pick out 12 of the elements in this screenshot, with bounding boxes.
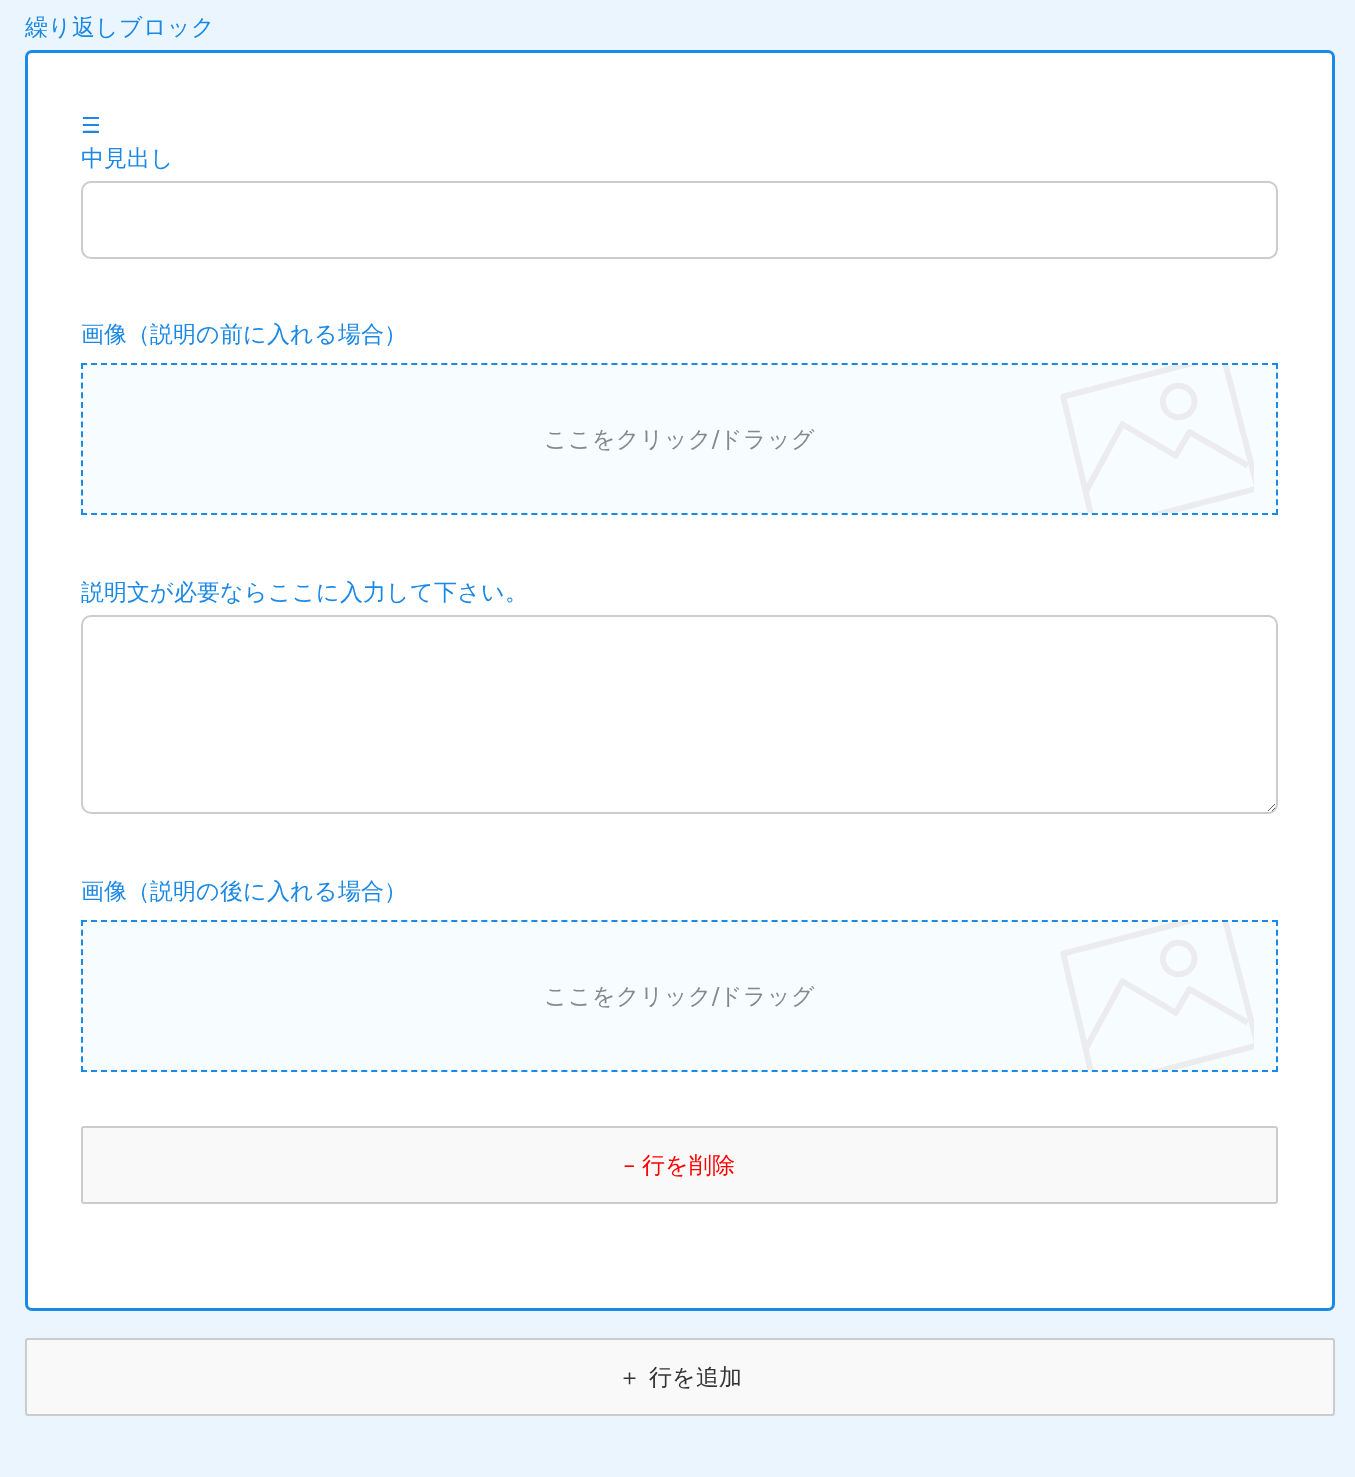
field-label: 中見出し xyxy=(81,144,174,173)
field-label: 画像（説明の後に入れる場合） xyxy=(81,877,407,906)
image-drop-zone[interactable]: ここをクリック/ドラッグ xyxy=(81,363,1278,515)
drag-handle[interactable]: ☰ xyxy=(81,113,101,139)
delete-row-button[interactable]: – 行を削除 xyxy=(81,1126,1278,1204)
block-title: 繰り返しブロック xyxy=(25,13,215,42)
field-label: 画像（説明の前に入れる場合） xyxy=(81,320,407,349)
add-row-button[interactable]: ＋ 行を追加 xyxy=(25,1338,1335,1416)
field-label: 説明文が必要ならここに入力して下さい。 xyxy=(81,578,528,607)
text-area[interactable] xyxy=(81,615,1278,814)
input-field[interactable] xyxy=(81,181,1278,259)
image-drop-zone[interactable]: ここをクリック/ドラッグ xyxy=(81,920,1278,1072)
